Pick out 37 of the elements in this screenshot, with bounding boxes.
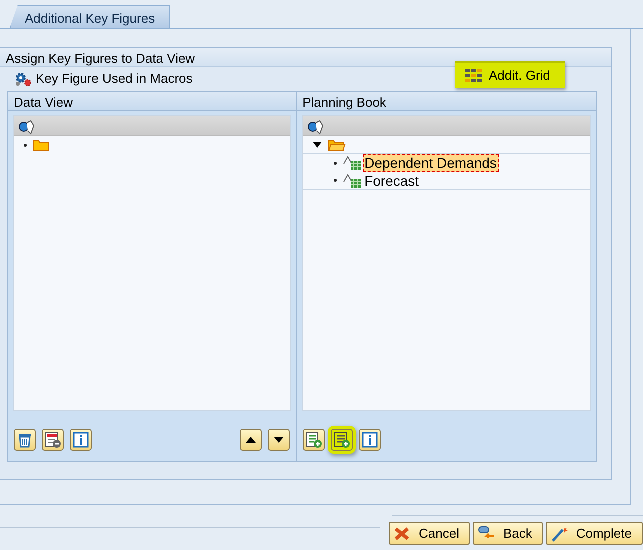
back-button[interactable]: Back: [473, 522, 544, 545]
key-figure-icon: [342, 155, 363, 171]
trash-icon: [16, 431, 34, 449]
complete-button[interactable]: Complete: [546, 522, 643, 545]
cancel-button[interactable]: Cancel: [388, 522, 470, 545]
panel-title: Data View: [14, 95, 74, 110]
tree-bullet: [334, 179, 337, 182]
remove-row-button[interactable]: [42, 429, 64, 451]
add-grid-button[interactable]: [330, 429, 353, 451]
wand-icon: [551, 526, 568, 542]
add-row-icon: [304, 431, 323, 449]
info-button[interactable]: [70, 429, 92, 451]
grid-button[interactable]: Addit. Grid: [455, 61, 565, 88]
add-row-button[interactable]: [302, 429, 325, 451]
trash-button[interactable]: [14, 429, 36, 451]
up-arrow-button[interactable]: [240, 429, 262, 451]
down-arrow-button[interactable]: [268, 429, 290, 451]
tab[interactable]: Additional Key Figures: [10, 5, 170, 28]
tree-item[interactable]: Forecast: [362, 172, 422, 190]
info-button[interactable]: [358, 429, 381, 451]
tree-item[interactable]: Dependent Demands: [362, 154, 499, 172]
remove-row-icon: [44, 431, 62, 449]
back-icon: [478, 526, 496, 542]
open-folder-icon: [328, 138, 346, 152]
folder-icon: [33, 138, 51, 152]
info-icon: [360, 431, 379, 449]
macro-label: Key Figure Used in Macros: [36, 70, 193, 88]
gear-icon: [14, 71, 32, 87]
tree-bullet: [334, 162, 337, 164]
add-grid-icon: [332, 431, 351, 449]
grid-icon: [465, 68, 483, 82]
panel-title: Planning Book: [302, 95, 386, 110]
key-figure-icon: [342, 172, 363, 188]
expand-caret-icon[interactable]: [312, 142, 322, 148]
cancel-icon: [394, 526, 411, 542]
section-title: Assign Key Figures to Data View: [6, 51, 196, 66]
info-icon: [72, 431, 90, 449]
